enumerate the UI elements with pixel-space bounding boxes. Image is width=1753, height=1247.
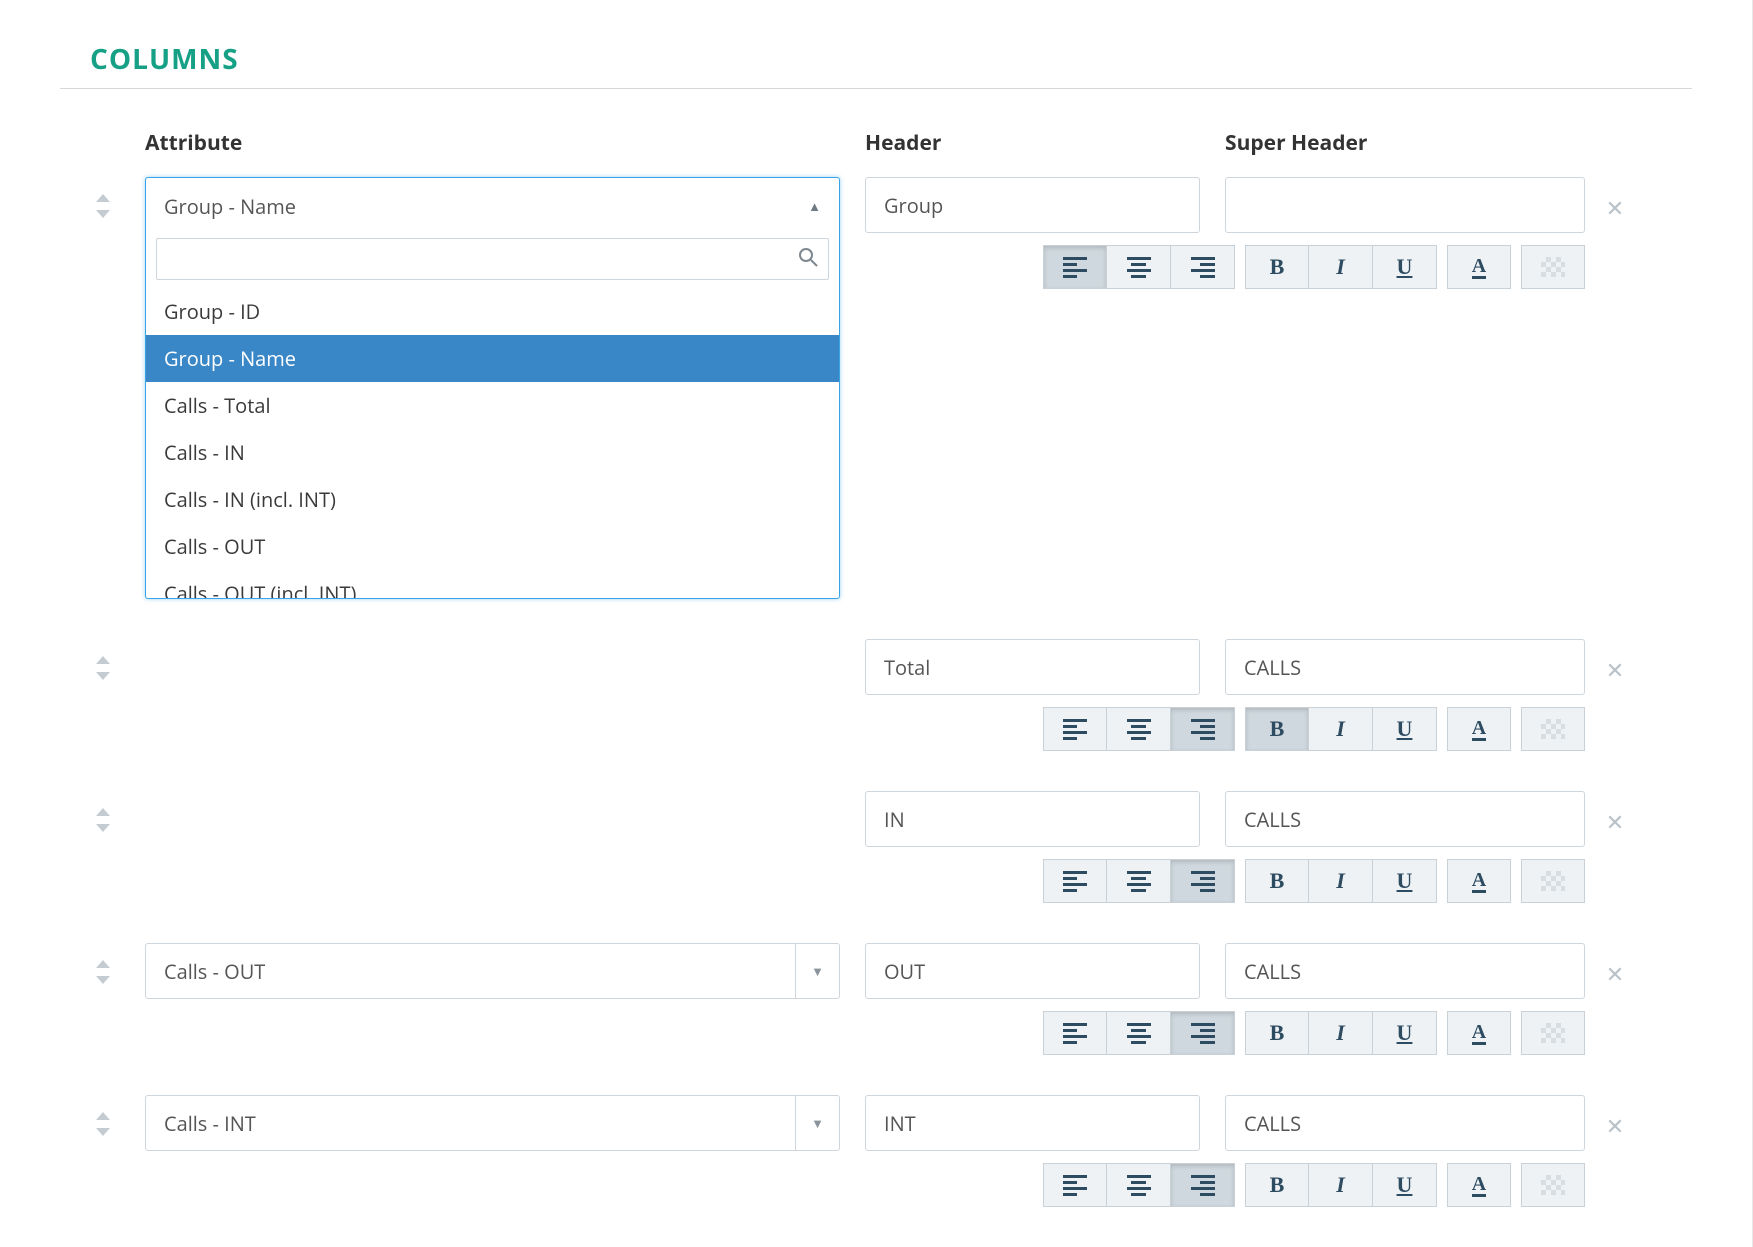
attribute-dropdown-value: Calls - INT [164,1110,256,1137]
align-left-button[interactable] [1043,859,1107,903]
dropdown-option[interactable]: Calls - IN [146,429,839,476]
background-color-button[interactable] [1521,245,1585,289]
super-header-input[interactable] [1225,1095,1585,1151]
format-toolbar: B I U A [1225,245,1585,289]
attribute-dropdown[interactable]: Calls - OUT ▼ [145,943,840,999]
font-color-button[interactable]: A [1447,859,1511,903]
dropdown-option[interactable]: Calls - Total [146,382,839,429]
drag-handle-icon[interactable] [60,639,145,682]
header-input[interactable] [865,639,1200,695]
section-divider [60,88,1692,89]
remove-row-button[interactable]: ✕ [1606,655,1624,685]
format-toolbar: B I U A [1225,707,1585,751]
header-input[interactable] [865,177,1200,233]
align-right-button[interactable] [1171,1011,1235,1055]
drag-handle-icon[interactable] [60,1095,145,1138]
attribute-dropdown-value: Calls - OUT [164,958,265,985]
header-input[interactable] [865,1095,1200,1151]
super-header-input[interactable] [1225,639,1585,695]
drag-handle-icon[interactable] [60,943,145,986]
bold-button[interactable]: B [1245,1011,1309,1055]
col-header-header: Header [865,129,1225,157]
remove-row-button[interactable]: ✕ [1606,807,1624,837]
format-toolbar: B I U A [1225,1011,1585,1055]
bold-button[interactable]: B [1245,245,1309,289]
dropdown-option[interactable]: Group - Name [146,335,839,382]
align-left-button[interactable] [1043,1163,1107,1207]
underline-button[interactable]: U [1373,245,1437,289]
attribute-dropdown[interactable]: Calls - INT ▼ [145,1095,840,1151]
dropdown-search[interactable] [156,238,829,280]
bold-button[interactable]: B [1245,707,1309,751]
background-color-button[interactable] [1521,1011,1585,1055]
font-color-button[interactable]: A [1447,1011,1511,1055]
underline-button[interactable]: U [1373,859,1437,903]
align-left-button[interactable] [1043,245,1107,289]
columns-header-row: Attribute Header Super Header [60,129,1692,157]
dropdown-search-input[interactable] [167,246,798,272]
super-header-input[interactable] [1225,177,1585,233]
underline-button[interactable]: U [1373,1163,1437,1207]
column-row: B I U A ✕ [60,639,1692,751]
dropdown-option[interactable]: Calls - IN (incl. INT) [146,476,839,523]
col-header-attribute: Attribute [145,129,865,157]
column-row: Calls - OUT ▼ B I U [60,943,1692,1055]
align-center-button[interactable] [1107,707,1171,751]
super-header-input[interactable] [1225,943,1585,999]
align-right-button[interactable] [1171,1163,1235,1207]
caret-down-icon: ▼ [795,1096,839,1150]
remove-row-button[interactable]: ✕ [1606,193,1624,223]
background-color-button[interactable] [1521,1163,1585,1207]
italic-button[interactable]: I [1309,1163,1373,1207]
format-toolbar: B I U A [1225,1163,1585,1207]
attribute-dropdown-head[interactable]: Group - Name ▲ [146,178,839,234]
dropdown-option[interactable]: Calls - OUT (incl. INT) [146,570,839,598]
align-center-button[interactable] [1107,1163,1171,1207]
column-row: B I U A ✕ [60,791,1692,903]
attribute-dropdown-open[interactable]: Group - Name ▲ Group - ID Group - Name C… [145,177,840,599]
drag-handle-icon[interactable] [60,791,145,834]
italic-button[interactable]: I [1309,245,1373,289]
font-color-button[interactable]: A [1447,245,1511,289]
bold-button[interactable]: B [1245,859,1309,903]
caret-down-icon: ▼ [795,944,839,998]
align-center-button[interactable] [1107,1011,1171,1055]
font-color-button[interactable]: A [1447,1163,1511,1207]
header-input[interactable] [865,943,1200,999]
column-row: Calls - INT ▼ B I U [60,1095,1692,1207]
dropdown-option[interactable]: Calls - OUT [146,523,839,570]
search-icon [798,247,818,272]
col-header-superheader: Super Header [1225,129,1585,157]
drag-handle-icon[interactable] [60,177,145,220]
background-color-button[interactable] [1521,859,1585,903]
align-center-button[interactable] [1107,245,1171,289]
super-header-input[interactable] [1225,791,1585,847]
font-color-button[interactable]: A [1447,707,1511,751]
format-toolbar: B I U A [1225,859,1585,903]
align-left-button[interactable] [1043,1011,1107,1055]
align-center-button[interactable] [1107,859,1171,903]
caret-up-icon: ▲ [808,197,821,215]
attribute-dropdown-selected: Group - Name [164,193,296,220]
align-left-button[interactable] [1043,707,1107,751]
underline-button[interactable]: U [1373,707,1437,751]
header-input[interactable] [865,791,1200,847]
italic-button[interactable]: I [1309,1011,1373,1055]
section-title: COLUMNS [90,40,1692,78]
background-color-button[interactable] [1521,707,1585,751]
dropdown-options[interactable]: Group - ID Group - Name Calls - Total Ca… [146,288,839,598]
italic-button[interactable]: I [1309,707,1373,751]
align-right-button[interactable] [1171,707,1235,751]
italic-button[interactable]: I [1309,859,1373,903]
remove-row-button[interactable]: ✕ [1606,1111,1624,1141]
underline-button[interactable]: U [1373,1011,1437,1055]
column-row: Group - Name ▲ Group - ID Group - Name C… [60,177,1692,599]
remove-row-button[interactable]: ✕ [1606,959,1624,989]
bold-button[interactable]: B [1245,1163,1309,1207]
align-right-button[interactable] [1171,859,1235,903]
align-right-button[interactable] [1171,245,1235,289]
dropdown-option[interactable]: Group - ID [146,288,839,335]
